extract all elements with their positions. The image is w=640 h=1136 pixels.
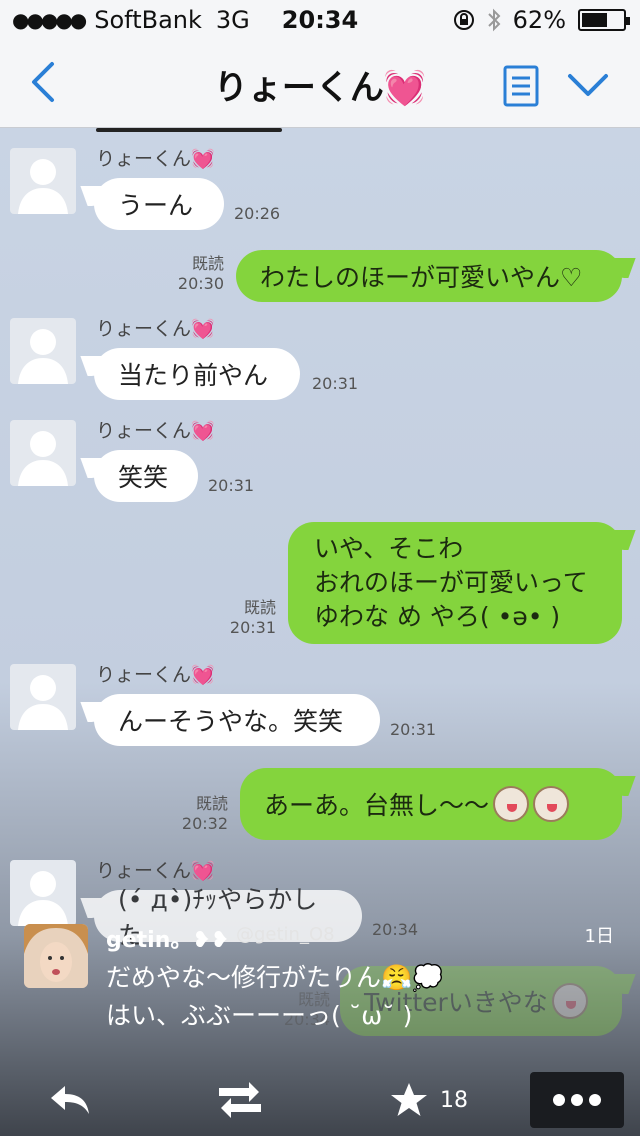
message-time: 20:31 bbox=[390, 720, 437, 739]
tweet-author-handle[interactable]: @getin_O8 bbox=[236, 924, 335, 945]
read-label: 既読 bbox=[195, 794, 228, 813]
retweet-button[interactable] bbox=[208, 1076, 272, 1124]
more-dots-icon bbox=[553, 1094, 601, 1106]
user-silhouette-icon bbox=[18, 329, 68, 384]
message-time: 20:31 bbox=[312, 374, 359, 393]
message-bubble-incoming[interactable]: んーそうやな。笑笑 bbox=[94, 694, 380, 746]
user-silhouette-icon bbox=[18, 675, 68, 730]
message-bubble-outgoing[interactable]: いや、そこわ おれのほーが可愛いって ゆわな め やろ( •ə• ) bbox=[288, 522, 622, 644]
message-bubble-incoming[interactable]: 当たり前やん bbox=[94, 348, 300, 400]
avatar[interactable] bbox=[10, 148, 76, 214]
message-bubble-incoming[interactable]: 笑笑 bbox=[94, 450, 198, 502]
sender-name: りょーくん💓 bbox=[96, 860, 215, 882]
read-label: 既読 bbox=[191, 254, 224, 273]
message-bubble-incoming[interactable]: うーん bbox=[94, 178, 224, 230]
sender-name: りょーくん💓 bbox=[96, 148, 215, 170]
rotation-lock-icon bbox=[453, 10, 474, 30]
note-list-icon[interactable] bbox=[502, 64, 540, 108]
avatar[interactable] bbox=[10, 318, 76, 384]
favorite-count: 18 bbox=[440, 1087, 468, 1113]
sender-name: りょーくん💓 bbox=[96, 318, 215, 340]
previous-bubble-edge bbox=[96, 128, 282, 132]
read-receipt: 既読 20:30 bbox=[170, 254, 224, 294]
message-time: 20:32 bbox=[181, 814, 228, 833]
status-bar: ●●●●● SoftBank 3G 20:34 62% bbox=[0, 0, 640, 40]
tweet-author-name[interactable]: getin。❥❥ bbox=[106, 922, 229, 954]
status-right: 62% bbox=[453, 6, 630, 34]
message-time: 20:31 bbox=[229, 618, 276, 637]
battery-percent: 62% bbox=[512, 6, 566, 34]
message-time: 20:31 bbox=[208, 476, 255, 495]
avatar[interactable] bbox=[10, 420, 76, 486]
battery-icon bbox=[578, 9, 630, 31]
message-bubble-outgoing[interactable]: わたしのほーが可愛いやん♡ bbox=[236, 250, 622, 302]
reply-icon bbox=[51, 1086, 89, 1114]
message-bubble-outgoing[interactable]: あーあ。台無し〜〜 bbox=[240, 768, 622, 840]
profile-photo-icon bbox=[24, 924, 88, 988]
tweet-timestamp: 1日 bbox=[584, 926, 614, 947]
sender-name: りょーくん💓 bbox=[96, 664, 215, 686]
battery-fill bbox=[582, 13, 607, 27]
bunny-sticker-icon bbox=[493, 786, 530, 822]
chevron-down-icon[interactable] bbox=[566, 68, 610, 104]
user-silhouette-icon bbox=[18, 159, 68, 214]
nav-bar: りょーくん💓 bbox=[0, 40, 640, 128]
message-text: あーあ。台無し〜〜 bbox=[264, 791, 490, 820]
message-line: おれのほーが可愛いって bbox=[314, 568, 588, 597]
bluetooth-icon bbox=[487, 8, 501, 32]
bunny-sticker-icon bbox=[533, 786, 570, 822]
message-line: ゆわな め やろ( •ə• ) bbox=[314, 602, 561, 631]
tweet-avatar[interactable] bbox=[24, 924, 88, 988]
user-silhouette-icon bbox=[18, 431, 68, 486]
read-receipt: 既読 20:31 bbox=[222, 598, 276, 638]
favorite-button[interactable]: 18 bbox=[390, 1076, 490, 1124]
tweet-action-bar: 18 bbox=[0, 1064, 640, 1136]
read-receipt: 既読 20:32 bbox=[174, 794, 228, 834]
message-time: 20:30 bbox=[177, 274, 224, 293]
tweet-card[interactable]: getin。❥❥ @getin_O8 1日 だめやな〜修行がたりん😤💭 はい、ぶ… bbox=[0, 906, 640, 1046]
sender-name: りょーくん💓 bbox=[96, 420, 215, 442]
avatar[interactable] bbox=[10, 664, 76, 730]
retweet-icon bbox=[219, 1082, 261, 1118]
message-time: 20:26 bbox=[234, 204, 281, 223]
message-line: いや、そこわ bbox=[314, 534, 464, 563]
tweet-text-line: はい、ぶぶーーーっ( ˘ω˘ ) bbox=[106, 1001, 413, 1030]
more-button[interactable] bbox=[530, 1072, 624, 1128]
star-icon bbox=[391, 1083, 427, 1116]
reply-button[interactable] bbox=[40, 1076, 100, 1124]
tweet-text-line: だめやな〜修行がたりん😤💭 bbox=[106, 963, 444, 992]
read-label: 既読 bbox=[243, 598, 276, 617]
chat-title: りょーくん💓 bbox=[213, 68, 427, 108]
